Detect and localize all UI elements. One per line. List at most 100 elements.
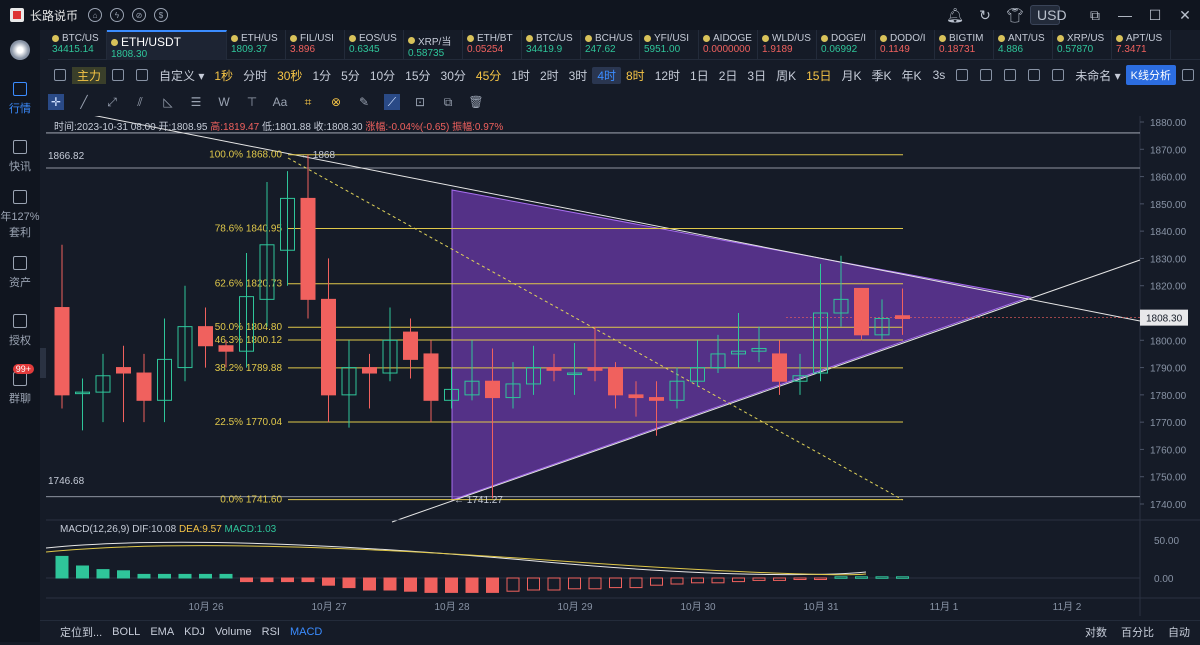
timeframe-30分[interactable]: 30分 [436,67,471,84]
ticker-tab[interactable]: APT/US 7.3471 [1112,30,1171,60]
restore-icon[interactable]: ⧉ [1080,7,1110,24]
timeframe-45分[interactable]: 45分 [471,67,506,84]
shirt-icon[interactable]: 👕︎ [1000,7,1030,24]
ticker-tab[interactable]: BIGTIM 0.18731 [935,30,994,60]
timeframe-5分[interactable]: 5分 [336,67,365,84]
ticker-tab[interactable]: AIDOGE 0.0000000 [699,30,758,60]
ticker-tab[interactable]: XRP/当 0.58735 [404,30,463,60]
sidebar-item-1[interactable]: 快讯 [0,128,40,186]
close-icon[interactable]: ✕ [1170,7,1200,24]
ticker-tab[interactable]: BTC/US 34415.14 [48,30,107,60]
macd-name[interactable]: MACD(12,26,9) [60,524,129,535]
edit-icon[interactable] [980,69,993,81]
indicator-macd[interactable]: MACD [290,626,322,638]
timeframe-2日[interactable]: 2日 [714,67,743,84]
wave-tool-icon[interactable]: W [216,94,232,110]
scale-option-自动[interactable]: 自动 [1168,624,1190,640]
scale-option-百分比[interactable]: 百分比 [1121,624,1154,640]
crosshair-tool-icon[interactable]: ✛ [48,94,64,110]
ruler-icon[interactable] [1004,69,1017,81]
indicator-boll[interactable]: BOLL [112,626,140,638]
ticker-tab[interactable]: EOS/US 0.6345 [345,30,404,60]
chart-type-icon[interactable] [1052,69,1065,81]
ticker-tab[interactable]: DOGE/I 0.06992 [817,30,876,60]
sidebar-item-5[interactable]: 群聊 99+ [0,360,40,418]
kline-chart[interactable]: 1880.00 1870.00 1860.00 1850.00 1840.00 1830.… [45,105,1200,642]
ticker-tab[interactable]: ETH/USDT 1808.30 [107,30,227,60]
timeframe-15日[interactable]: 15日 [801,67,836,84]
timeframe-2时[interactable]: 2时 [535,67,564,84]
sidebar-item-3[interactable]: 资产 [0,244,40,302]
kline-analysis-button[interactable]: K线分析 [1125,65,1176,85]
refresh-interval[interactable]: 3s [928,68,951,82]
ray-tool-icon[interactable]: ⤢ [104,94,120,110]
indicator-ema[interactable]: EMA [150,626,174,638]
timeframe-周K[interactable]: 周K [771,67,801,84]
main-chart-button[interactable]: 主力 [72,66,107,84]
timeframe-15分[interactable]: 15分 [400,67,435,84]
horizontal-lines-tool-icon[interactable]: ☰ [188,94,204,110]
triangle-tool-icon[interactable]: ◺ [160,94,176,110]
gear-icon[interactable] [1028,69,1041,81]
maximize-icon[interactable]: ☐ [1140,7,1170,24]
home-icon[interactable]: ⌂ [88,8,103,22]
ticker-tab[interactable]: WLD/US 1.9189 [758,30,817,60]
custom-timeframe-select[interactable]: 自定义 ▾ [154,67,209,84]
fullscreen-icon[interactable] [1182,69,1194,81]
ticker-tab[interactable]: ETH/BT 0.05254 [463,30,522,60]
layout-icon[interactable] [54,69,66,81]
dollar-icon[interactable]: $ [154,8,169,22]
ticker-tab[interactable]: YFI/USI 5951.00 [640,30,699,60]
timeframe-4时[interactable]: 4时 [592,66,621,84]
text-tool-icon[interactable]: Aa [272,94,288,110]
timeframe-8时[interactable]: 8时 [621,67,650,84]
line-tool-icon[interactable]: ╱ [76,94,92,110]
indicator-kdj[interactable]: KDJ [184,626,205,638]
flash-icon[interactable]: ϟ [110,8,125,22]
scale-option-对数[interactable]: 对数 [1085,624,1107,640]
delete-icon[interactable]: 🗑︎ [468,94,484,110]
ticker-tab[interactable]: ETH/US 1809.37 [227,30,286,60]
currency-select[interactable]: USD [1030,5,1067,25]
mute-icon[interactable]: ⊘ [132,8,147,22]
minimize-icon[interactable]: — [1110,7,1140,23]
bell-icon[interactable]: 🔔︎ [940,7,970,24]
ticker-tab[interactable]: BCH/US 247.62 [581,30,640,60]
timeframe-分时[interactable]: 分时 [238,67,272,84]
timeframe-30秒[interactable]: 30秒 [272,67,307,84]
ticker-tab[interactable]: BTC/US 34419.9 [522,30,581,60]
fib-tool-icon[interactable]: ⌗ [300,94,316,110]
ticker-tab[interactable]: FIL/USI 3.896 [286,30,345,60]
refresh-icon[interactable]: ↻ [970,7,1000,24]
sidebar-item-2[interactable]: 年127% 套利 [0,186,40,244]
timeframe-10分[interactable]: 10分 [365,67,400,84]
timeframe-1日[interactable]: 1日 [685,67,714,84]
copy-icon[interactable]: ⧉ [440,94,456,110]
magnet-tool-icon[interactable]: ⊗ [328,94,344,110]
sidebar-item-4[interactable]: 授权 [0,302,40,360]
chart-area[interactable]: 1880.00 1870.00 1860.00 1850.00 1840.00 1830.… [45,105,1200,642]
ruler-tool-icon[interactable]: ⟋ [384,94,400,110]
timeframe-季K[interactable]: 季K [867,67,897,84]
ticker-tab[interactable]: DODO/I 0.1149 [876,30,935,60]
timeframe-3时[interactable]: 3时 [564,67,593,84]
camera-icon[interactable] [956,69,969,81]
indicator-volume[interactable]: Volume [215,626,252,638]
timeframe-年K[interactable]: 年K [897,67,927,84]
indicator-rsi[interactable]: RSI [262,626,280,638]
timeframe-12时[interactable]: 12时 [650,67,685,84]
timeframe-1时[interactable]: 1时 [506,67,535,84]
ticker-tab[interactable]: XRP/US 0.57870 [1053,30,1112,60]
settings-icon[interactable] [112,69,125,81]
parallel-tool-icon[interactable]: ⫽ [132,94,148,110]
layout-name-select[interactable]: 未命名 ▾ [1070,67,1125,84]
sidebar-item-0[interactable]: 行情 [0,70,40,128]
measure-tool-icon[interactable]: ⊤ [244,94,260,110]
timeframe-月K[interactable]: 月K [836,67,866,84]
locate-button[interactable]: 定位到... [60,624,102,640]
ticker-tab[interactable]: ANT/US 4.886 [994,30,1053,60]
timeframe-1秒[interactable]: 1秒 [209,67,238,84]
lock-icon[interactable]: ⊡ [412,94,428,110]
pencil-tool-icon[interactable]: ✎ [356,94,372,110]
timeframe-1分[interactable]: 1分 [307,67,336,84]
